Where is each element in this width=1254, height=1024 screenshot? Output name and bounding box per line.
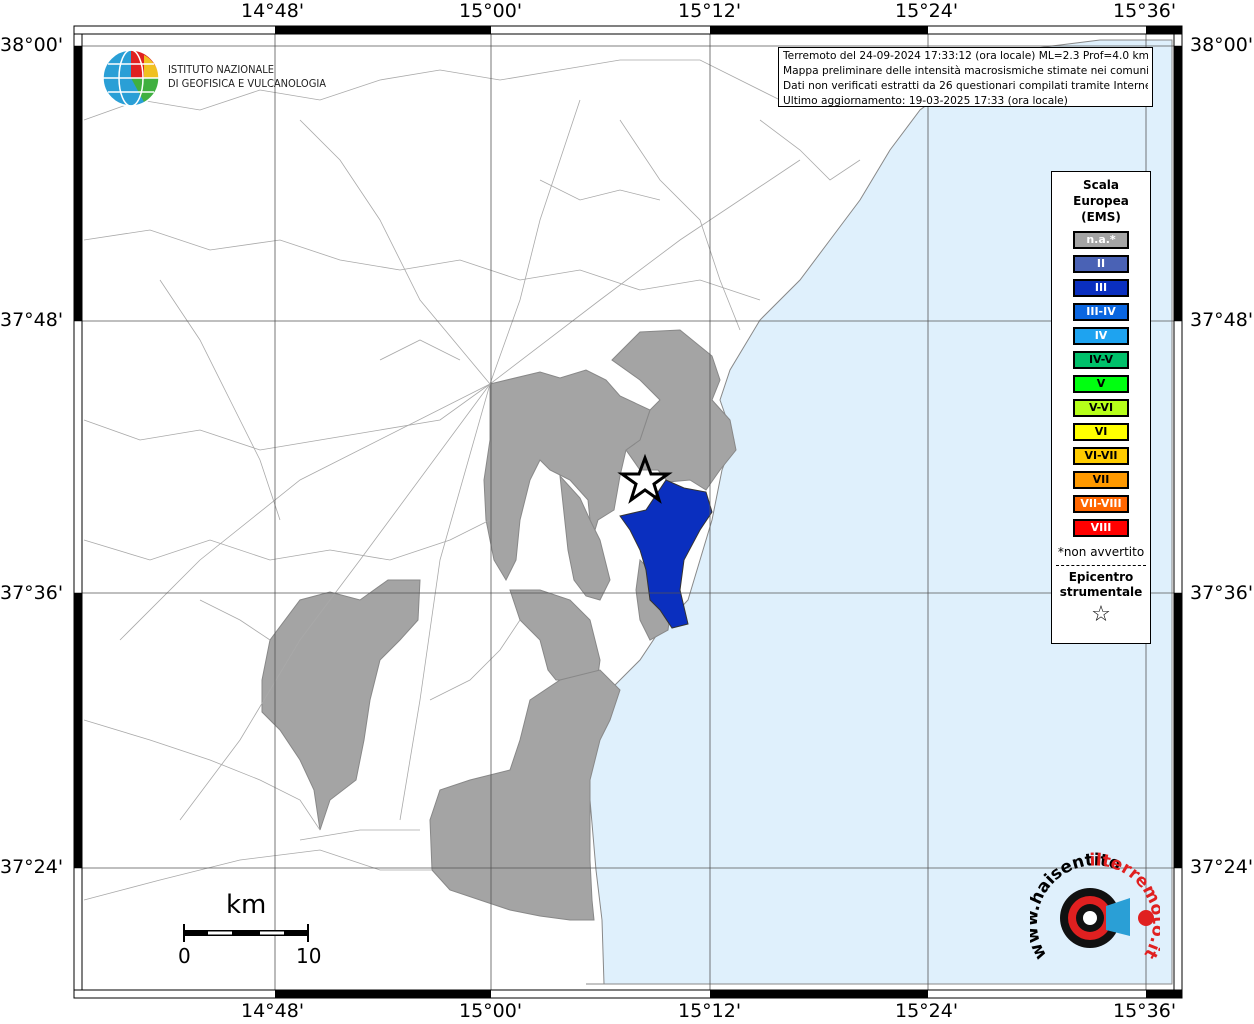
- legend-swatch-3: III-IV: [1073, 303, 1129, 321]
- lon-tick-top-4: 15°24': [895, 0, 959, 22]
- legend-swatch-2: III: [1073, 279, 1129, 297]
- star-icon: ☆: [1091, 602, 1111, 627]
- event-info-line1: Terremoto del 24-09-2024 17:33:12 (ora l…: [783, 50, 1148, 62]
- legend-swatch-7: V-VI: [1073, 399, 1129, 417]
- legend-swatch-10: VII: [1073, 471, 1129, 489]
- lon-tick-top-3: 15°12': [678, 0, 742, 22]
- ems-legend: Scala Europea (EMS) n.a.* II III III-IV IV IV…: [1051, 171, 1151, 644]
- legend-title-line2: Europea: [1073, 194, 1129, 208]
- lon-tick-top-1: 14°48': [241, 0, 305, 22]
- legend-swatch-5: IV-V: [1073, 351, 1129, 369]
- legend-epicentre-line2: strumentale: [1059, 585, 1143, 599]
- lon-tick-bottom-4: 15°24': [895, 1000, 959, 1022]
- lat-tick-right-4: 37°24': [1190, 856, 1254, 878]
- globe-icon: [102, 49, 160, 107]
- legend-title: Scala Europea (EMS): [1052, 177, 1150, 225]
- legend-epicentre: Epicentro strumentale: [1052, 570, 1150, 600]
- legend-title-line1: Scala: [1082, 178, 1120, 192]
- lon-tick-bottom-2: 15°00': [459, 1000, 523, 1022]
- legend-note: *non avvertito: [1057, 545, 1145, 559]
- legend-separator: [1056, 565, 1146, 566]
- legend-swatch-8: VI: [1073, 423, 1129, 441]
- lon-tick-top-2: 15°00': [459, 0, 523, 22]
- ingv-name: ISTITUTO NAZIONALE DI GEOFISICA E VULCAN…: [168, 63, 326, 91]
- scalebar-end: 10: [296, 944, 322, 968]
- lon-tick-bottom-3: 15°12': [678, 1000, 742, 1022]
- legend-epicentre-line1: Epicentro: [1068, 570, 1134, 584]
- lat-tick-right-3: 37°36': [1190, 582, 1254, 604]
- lat-tick-right-1: 38°00': [1190, 34, 1254, 56]
- legend-swatch-9: VI-VII: [1073, 447, 1129, 465]
- scalebar-start: 0: [178, 944, 191, 968]
- legend-swatch-1: II: [1073, 255, 1129, 273]
- event-info-box: Terremoto del 24-09-2024 17:33:12 (ora l…: [778, 47, 1153, 107]
- ingv-name-line1: ISTITUTO NAZIONALE: [168, 63, 275, 76]
- event-info-line3: Dati non verificati estratti da 26 quest…: [783, 80, 1148, 92]
- lat-tick-left-1: 38°00': [0, 34, 64, 56]
- event-info-line2: Mappa preliminare delle intensità macros…: [783, 65, 1148, 77]
- legend-swatch-6: V: [1073, 375, 1129, 393]
- lat-tick-left-4: 37°24': [0, 856, 64, 878]
- lon-tick-bottom-1: 14°48': [241, 1000, 305, 1022]
- legend-swatch-0: n.a.*: [1073, 231, 1129, 249]
- event-info-line4: Ultimo aggiornamento: 19-03-2025 17:33 (…: [783, 95, 1068, 107]
- legend-title-line3: (EMS): [1081, 210, 1121, 224]
- legend-swatch-11: VII-VIII: [1073, 495, 1129, 513]
- lat-tick-left-2: 37°48': [0, 309, 64, 331]
- lat-tick-left-3: 37°36': [0, 582, 64, 604]
- lon-tick-bottom-5: 15°36': [1113, 1000, 1177, 1022]
- lon-tick-top-5: 15°36': [1113, 0, 1177, 22]
- ingv-name-line2: DI GEOFISICA E VULCANOLOGIA: [168, 77, 327, 90]
- haisentito-logo: www.haisentito ilterremoto.it: [1030, 850, 1160, 962]
- legend-swatch-12: VIII: [1073, 519, 1129, 537]
- legend-items: n.a.* II III III-IV IV IV-V V V-VI VI VI-VII VII VI…: [1052, 231, 1150, 537]
- legend-swatch-4: IV: [1073, 327, 1129, 345]
- lat-tick-right-2: 37°48': [1190, 309, 1254, 331]
- scalebar: [183, 924, 309, 942]
